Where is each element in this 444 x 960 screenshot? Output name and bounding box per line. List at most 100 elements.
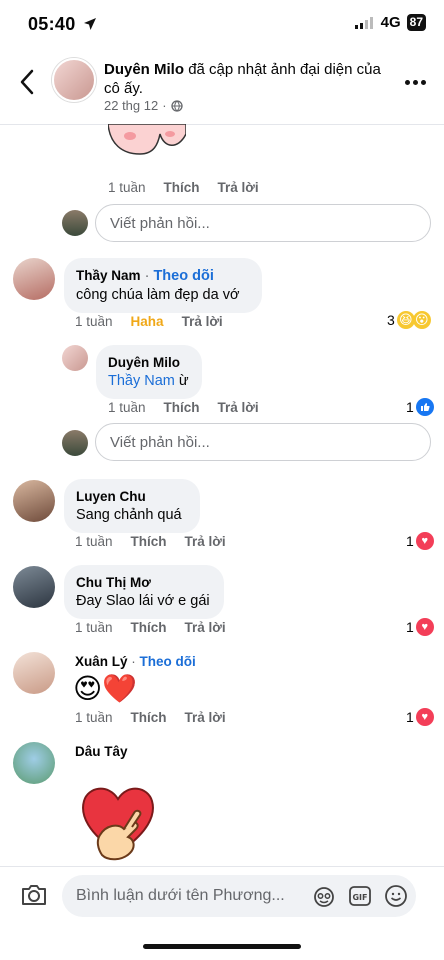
more-options-button[interactable] [400, 70, 430, 94]
like-button[interactable]: Thích [131, 710, 167, 725]
reply-button[interactable]: Trả lời [218, 180, 259, 195]
location-arrow-icon [83, 18, 96, 30]
globe-icon [170, 99, 183, 112]
header-divider [0, 124, 444, 125]
heart-hand-sticker [82, 787, 154, 861]
comment-author[interactable]: Luyen Chu [76, 487, 188, 506]
date-sep: · [162, 98, 167, 113]
composer-divider [0, 866, 444, 867]
reply-input[interactable]: Viết phản hồi... [95, 204, 431, 242]
reaction-count: 1 [406, 533, 414, 549]
avatar[interactable] [13, 480, 55, 522]
reply-button[interactable]: Trả lời [182, 314, 223, 329]
gif-icon[interactable]: GIF [348, 884, 372, 908]
post-date: 22 thg 12 · [104, 98, 183, 113]
network-label: 4G [380, 14, 401, 31]
reaction-summary[interactable]: 1 [406, 398, 434, 416]
battery-icon: 87 [406, 14, 426, 31]
comment-actions: 1 tuần Haha Trả lời [75, 314, 241, 329]
comment-bubble: Luyen Chu Sang chảnh quá [64, 479, 200, 533]
love-icon: ♥ [415, 532, 434, 550]
avatar[interactable] [13, 742, 55, 784]
reply-button[interactable]: Trả lời [185, 620, 226, 635]
reaction-summary[interactable]: 1 ♥ [406, 532, 434, 550]
reaction-summary[interactable]: 3 😆 😮 [387, 311, 431, 329]
love-icon: ♥ [415, 618, 434, 636]
like-button[interactable]: Thích [164, 180, 200, 195]
wow-icon: 😮 [412, 311, 431, 329]
comment-time: 1 tuần [108, 400, 146, 415]
avatar [62, 210, 88, 236]
comment-time: 1 tuần [75, 534, 113, 549]
avatar [62, 430, 88, 456]
comment-time: 1 tuần [75, 620, 113, 635]
comment-bubble: Duyên Milo Thầy Nam ừ [96, 345, 202, 399]
sticker-image [108, 124, 186, 155]
emoji-icon[interactable] [384, 884, 408, 908]
reply-input[interactable]: Viết phản hồi... [95, 423, 431, 461]
avatar[interactable] [13, 566, 55, 608]
comment-time: 1 tuần [75, 314, 113, 329]
camera-icon [22, 885, 46, 905]
comment-actions: 1 tuần Thích Trả lời [75, 710, 244, 725]
clock-text: 05:40 [28, 14, 76, 34]
status-time: 05:40 [28, 14, 97, 35]
home-indicator[interactable] [143, 944, 301, 949]
comment-time: 1 tuần [108, 180, 146, 195]
love-icon: ♥ [415, 708, 434, 726]
comment-bubble: Thầy Nam · Theo dõi công chúa làm đẹp da… [64, 258, 262, 313]
emoji-comment: 😍❤️ [73, 673, 138, 704]
like-icon [415, 398, 434, 416]
reply-button[interactable]: Trả lời [185, 534, 226, 549]
follow-button[interactable]: Theo dõi [153, 268, 213, 284]
reaction-summary[interactable]: 1 ♥ [406, 708, 434, 726]
header-avatar[interactable] [52, 58, 96, 102]
back-button[interactable] [12, 62, 42, 102]
chevron-left-icon [20, 69, 34, 95]
camera-button[interactable] [20, 882, 50, 910]
reply-placeholder: Viết phản hồi... [110, 433, 210, 451]
avatar[interactable] [62, 345, 88, 371]
svg-text:GIF: GIF [352, 893, 367, 902]
reaction-count: 1 [406, 399, 414, 415]
comment-actions: 1 tuần Thích Trả lời [108, 400, 277, 415]
dot-separator: · [131, 654, 136, 669]
comment-author[interactable]: Chu Thị Mơ [76, 573, 212, 592]
comment-header: Xuân Lý · Theo dõi [75, 654, 196, 669]
comment-text: công chúa làm đẹp da vớ [76, 287, 240, 303]
comment-author[interactable]: Thầy Nam [76, 268, 141, 283]
mention-link[interactable]: Thầy Nam [108, 373, 175, 389]
avatar[interactable] [13, 258, 55, 300]
reply-placeholder: Viết phản hồi... [110, 214, 210, 232]
comment-actions: 1 tuần Thích Trả lời [108, 180, 277, 195]
comment-text: Đay Slao lái vớ e gái [76, 593, 210, 609]
follow-button[interactable]: Theo dõi [140, 654, 196, 669]
signal-icon [354, 16, 373, 29]
avatar-sticker-icon[interactable] [312, 884, 336, 908]
comment-bubble: Chu Thị Mơ Đay Slao lái vớ e gái [64, 565, 224, 619]
like-button[interactable]: Thích [131, 534, 167, 549]
comment-text: ừ [178, 373, 189, 389]
reaction-count: 1 [406, 709, 414, 725]
comment-text: Sang chảnh quá [76, 507, 182, 523]
composer-tools: GIF [312, 884, 408, 908]
reaction-summary[interactable]: 1 ♥ [406, 618, 434, 636]
post-author[interactable]: Duyên Milo [104, 61, 184, 78]
post-title: Duyên Milo đã cập nhật ảnh đại diện của … [104, 60, 384, 98]
reaction-count: 3 [387, 312, 395, 328]
comment-actions: 1 tuần Thích Trả lời [75, 620, 244, 635]
comment-author[interactable]: Duyên Milo [108, 353, 190, 372]
like-button[interactable]: Thích [164, 400, 200, 415]
like-button[interactable]: Thích [131, 620, 167, 635]
comment-author[interactable]: Xuân Lý [75, 654, 128, 669]
comment-placeholder: Bình luận dưới tên Phương... [76, 887, 285, 904]
reply-button[interactable]: Trả lời [185, 710, 226, 725]
haha-button[interactable]: Haha [131, 314, 164, 329]
comment-actions: 1 tuần Thích Trả lời [75, 534, 244, 549]
dot-separator: · [144, 268, 150, 284]
avatar[interactable] [13, 652, 55, 694]
comment-author[interactable]: Dâu Tây [75, 744, 128, 759]
reply-button[interactable]: Trả lời [218, 400, 259, 415]
reaction-count: 1 [406, 619, 414, 635]
status-indicators: 4G 87 [354, 14, 426, 31]
